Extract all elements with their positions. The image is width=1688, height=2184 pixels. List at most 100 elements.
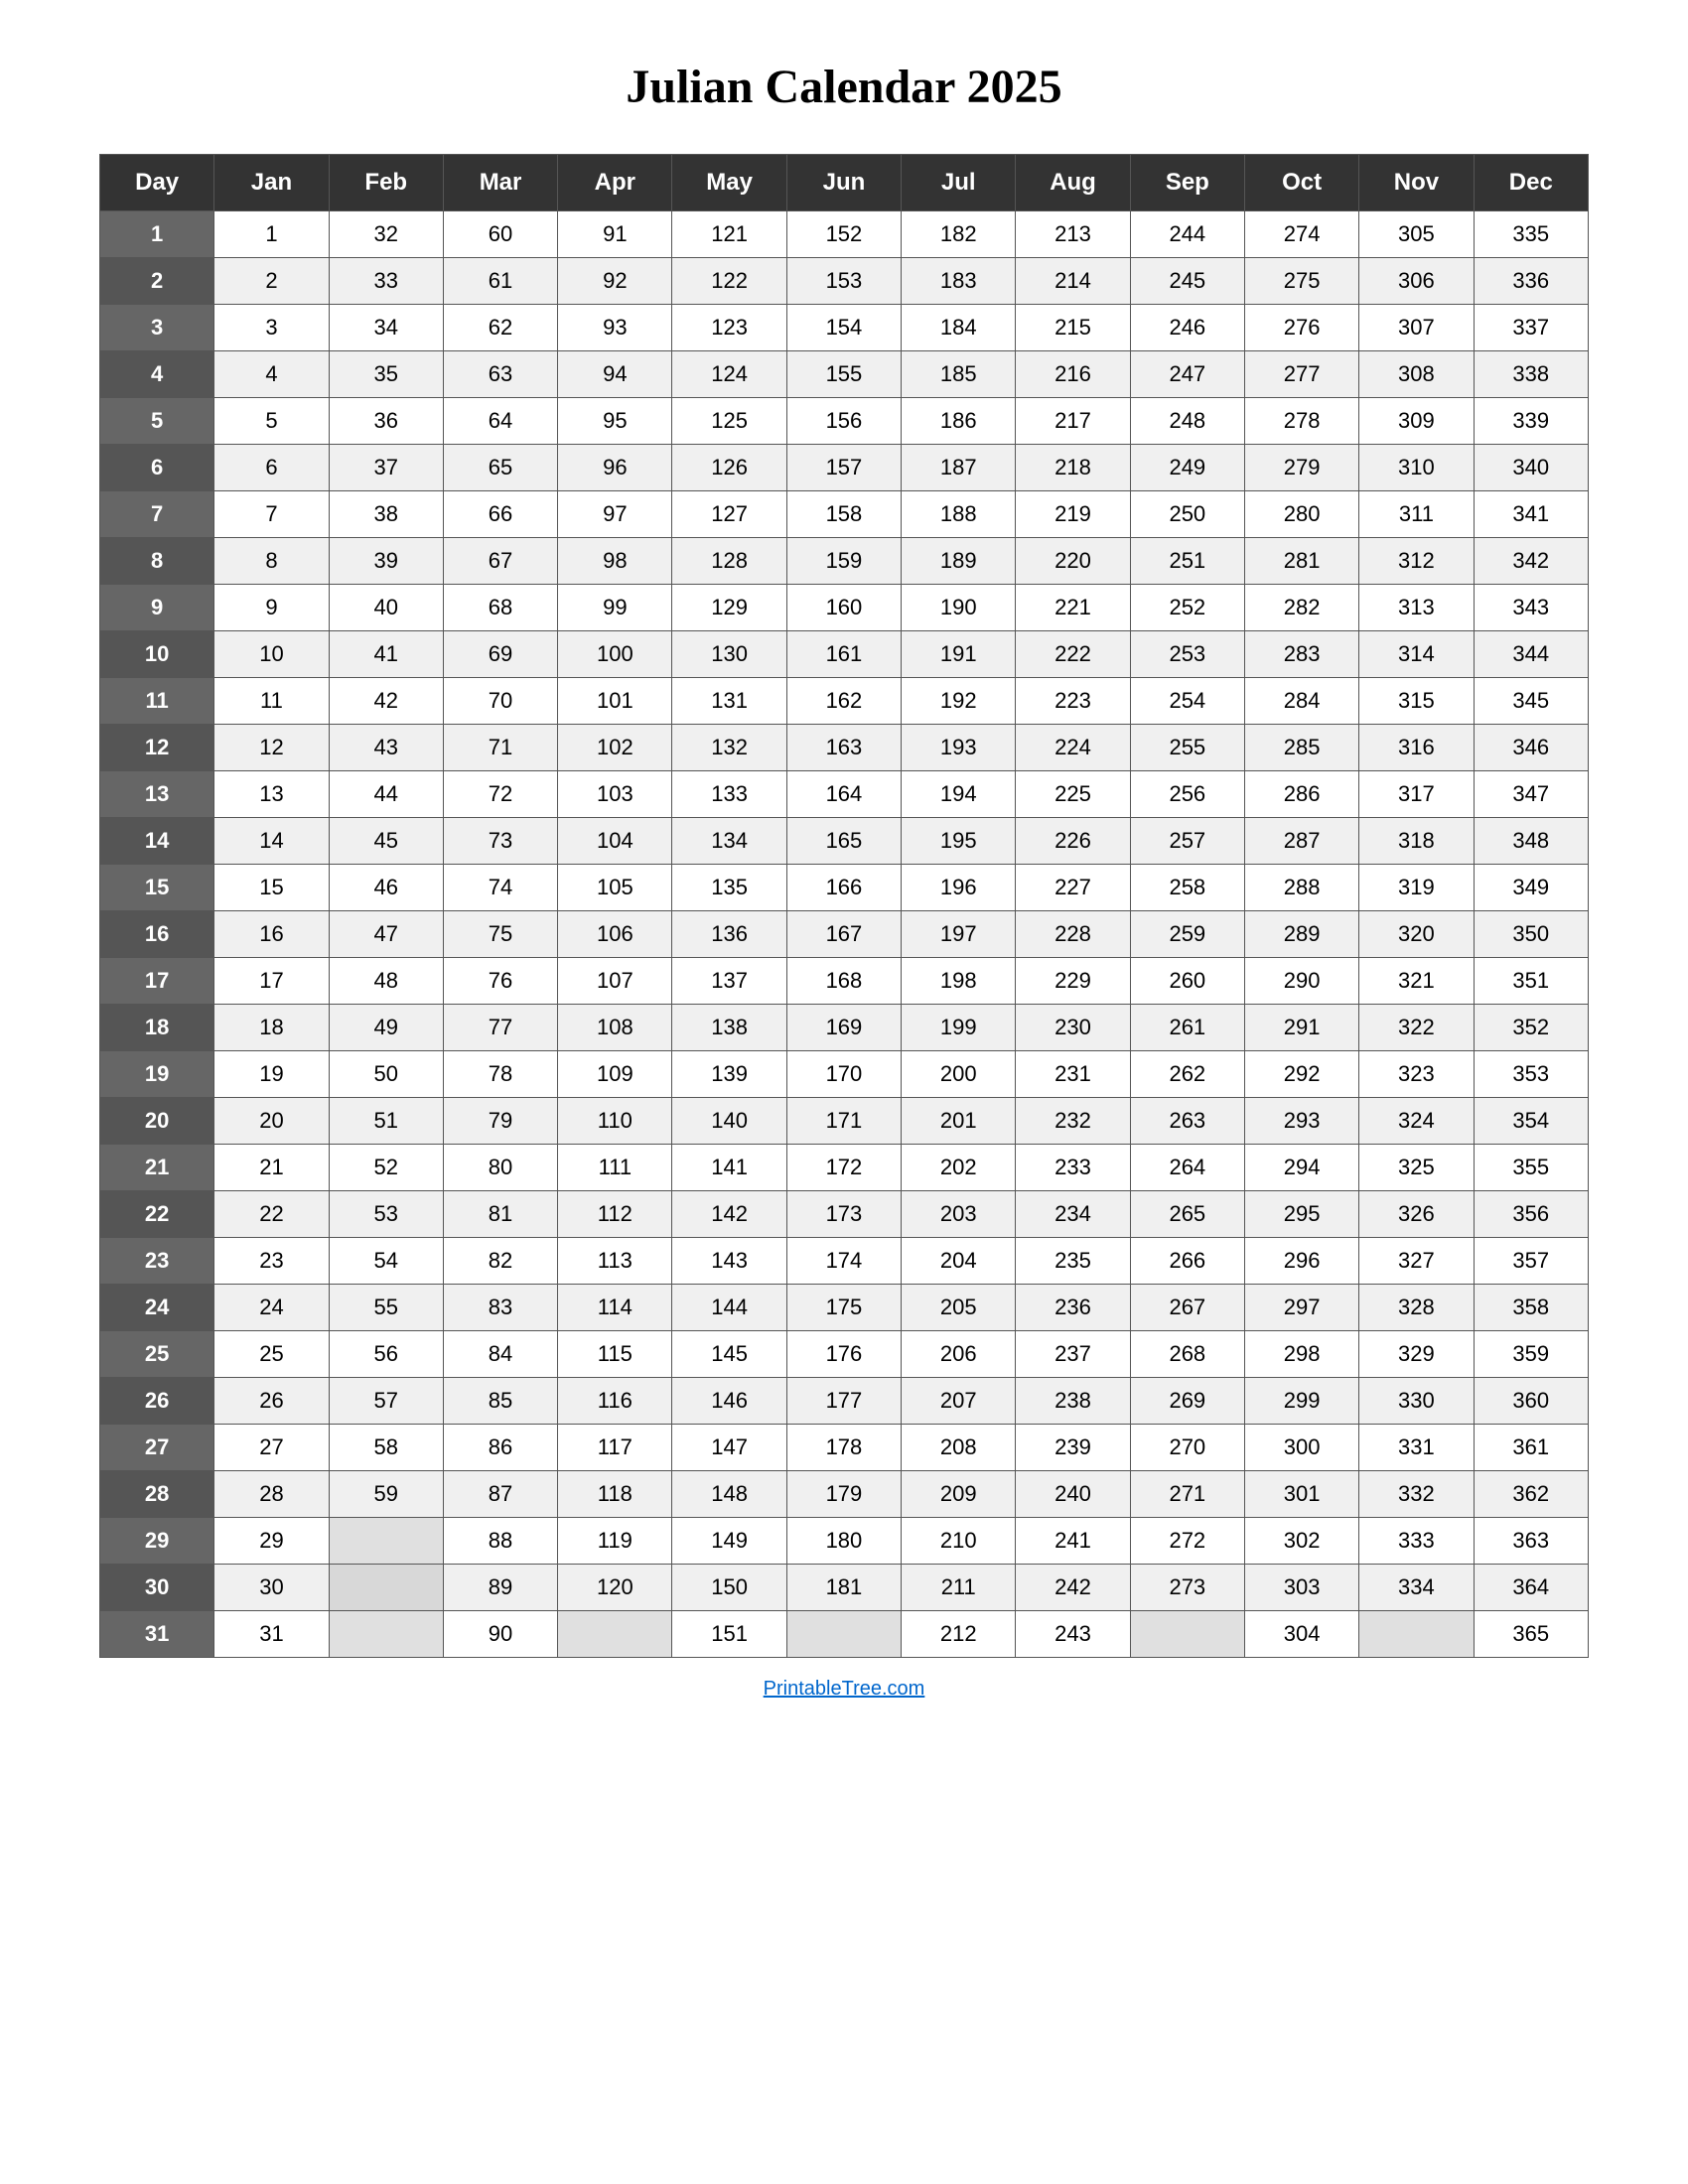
month-cell-dec: 347 (1474, 771, 1588, 818)
month-cell-oct: 288 (1244, 865, 1358, 911)
month-cell-feb: 42 (329, 678, 443, 725)
column-header-aug: Aug (1016, 155, 1130, 211)
month-cell-feb: 43 (329, 725, 443, 771)
day-cell: 26 (100, 1378, 214, 1425)
month-cell-jul: 205 (902, 1285, 1016, 1331)
day-cell: 18 (100, 1005, 214, 1051)
month-cell-nov: 334 (1359, 1565, 1474, 1611)
month-cell-nov: 310 (1359, 445, 1474, 491)
month-cell-aug: 221 (1016, 585, 1130, 631)
month-cell-jun: 163 (786, 725, 901, 771)
month-cell-apr: 111 (558, 1145, 672, 1191)
month-cell-may: 132 (672, 725, 786, 771)
month-cell-oct: 275 (1244, 258, 1358, 305)
month-cell-may: 125 (672, 398, 786, 445)
month-cell-dec: 341 (1474, 491, 1588, 538)
day-cell: 6 (100, 445, 214, 491)
month-cell-jun: 170 (786, 1051, 901, 1098)
month-cell-jan: 24 (214, 1285, 329, 1331)
month-cell-sep: 272 (1130, 1518, 1244, 1565)
month-cell-oct: 299 (1244, 1378, 1358, 1425)
table-row: 26265785116146177207238269299330360 (100, 1378, 1589, 1425)
table-row: 66376596126157187218249279310340 (100, 445, 1589, 491)
day-cell: 7 (100, 491, 214, 538)
month-cell-dec: 336 (1474, 258, 1588, 305)
month-cell-may: 150 (672, 1565, 786, 1611)
month-cell-jun: 158 (786, 491, 901, 538)
month-cell-dec: 346 (1474, 725, 1588, 771)
month-cell-jun: 157 (786, 445, 901, 491)
table-row: 17174876107137168198229260290321351 (100, 958, 1589, 1005)
month-cell-nov: 330 (1359, 1378, 1474, 1425)
day-cell: 23 (100, 1238, 214, 1285)
month-cell-jul: 201 (902, 1098, 1016, 1145)
month-cell-feb: 40 (329, 585, 443, 631)
column-header-feb: Feb (329, 155, 443, 211)
month-cell-apr: 97 (558, 491, 672, 538)
month-cell-jan: 17 (214, 958, 329, 1005)
month-cell-dec: 348 (1474, 818, 1588, 865)
month-cell-dec: 357 (1474, 1238, 1588, 1285)
month-cell-nov: 333 (1359, 1518, 1474, 1565)
month-cell-mar: 64 (443, 398, 557, 445)
column-header-nov: Nov (1359, 155, 1474, 211)
month-cell-feb (329, 1565, 443, 1611)
month-cell-jun: 171 (786, 1098, 901, 1145)
month-cell-jan: 23 (214, 1238, 329, 1285)
month-cell-feb: 35 (329, 351, 443, 398)
month-cell-mar: 74 (443, 865, 557, 911)
month-cell-feb: 44 (329, 771, 443, 818)
month-cell-jan: 27 (214, 1425, 329, 1471)
column-header-oct: Oct (1244, 155, 1358, 211)
table-row: 11114270101131162192223254284315345 (100, 678, 1589, 725)
month-cell-apr: 118 (558, 1471, 672, 1518)
month-cell-sep: 249 (1130, 445, 1244, 491)
month-cell-jan: 21 (214, 1145, 329, 1191)
month-cell-oct: 283 (1244, 631, 1358, 678)
footer-link[interactable]: PrintableTree.com (764, 1678, 925, 1701)
month-cell-nov: 322 (1359, 1005, 1474, 1051)
month-cell-may: 135 (672, 865, 786, 911)
month-cell-aug: 219 (1016, 491, 1130, 538)
month-cell-mar: 71 (443, 725, 557, 771)
month-cell-oct: 301 (1244, 1471, 1358, 1518)
table-row: 11326091121152182213244274305335 (100, 211, 1589, 258)
month-cell-jul: 200 (902, 1051, 1016, 1098)
month-cell-sep: 252 (1130, 585, 1244, 631)
month-cell-jul: 204 (902, 1238, 1016, 1285)
month-cell-dec: 345 (1474, 678, 1588, 725)
month-cell-apr: 120 (558, 1565, 672, 1611)
table-row: 77386697127158188219250280311341 (100, 491, 1589, 538)
month-cell-mar: 90 (443, 1611, 557, 1658)
month-cell-nov: 309 (1359, 398, 1474, 445)
month-cell-aug: 233 (1016, 1145, 1130, 1191)
month-cell-sep: 257 (1130, 818, 1244, 865)
month-cell-apr: 119 (558, 1518, 672, 1565)
month-cell-aug: 234 (1016, 1191, 1130, 1238)
month-cell-jan: 5 (214, 398, 329, 445)
month-cell-oct: 280 (1244, 491, 1358, 538)
month-cell-jun: 153 (786, 258, 901, 305)
month-cell-apr: 102 (558, 725, 672, 771)
month-cell-mar: 85 (443, 1378, 557, 1425)
month-cell-sep: 250 (1130, 491, 1244, 538)
month-cell-jan: 25 (214, 1331, 329, 1378)
month-cell-jul: 184 (902, 305, 1016, 351)
month-cell-aug: 226 (1016, 818, 1130, 865)
month-cell-jul: 182 (902, 211, 1016, 258)
month-cell-jun: 156 (786, 398, 901, 445)
day-cell: 5 (100, 398, 214, 445)
day-cell: 27 (100, 1425, 214, 1471)
month-cell-jun: 159 (786, 538, 901, 585)
month-cell-sep: 254 (1130, 678, 1244, 725)
month-cell-feb: 38 (329, 491, 443, 538)
day-cell: 29 (100, 1518, 214, 1565)
month-cell-jan: 15 (214, 865, 329, 911)
month-cell-apr: 108 (558, 1005, 672, 1051)
month-cell-oct: 302 (1244, 1518, 1358, 1565)
month-cell-jun: 166 (786, 865, 901, 911)
day-cell: 10 (100, 631, 214, 678)
month-cell-apr: 109 (558, 1051, 672, 1098)
month-cell-dec: 337 (1474, 305, 1588, 351)
day-cell: 13 (100, 771, 214, 818)
